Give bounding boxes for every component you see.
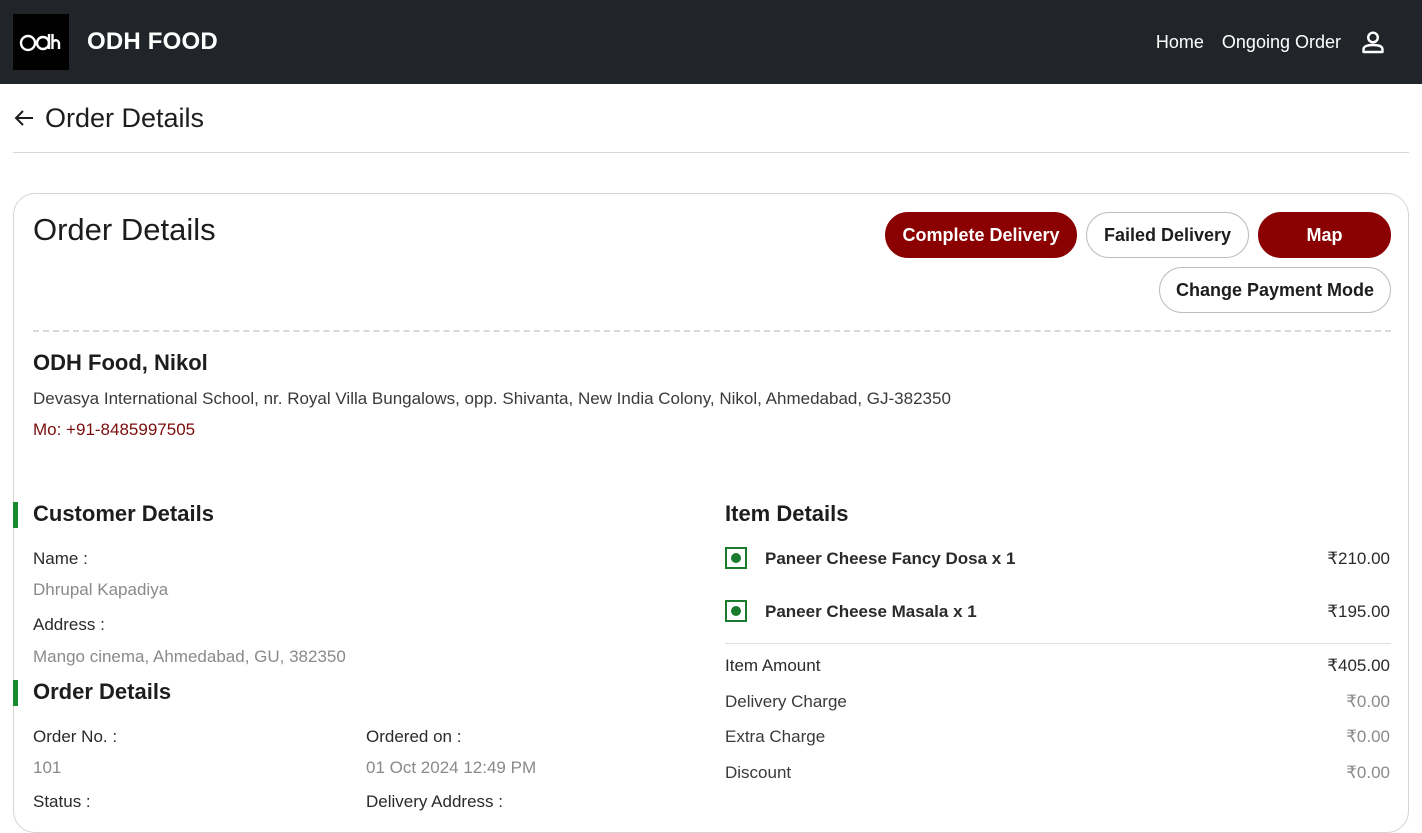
customer-name-label: Name : [33, 549, 88, 568]
section-accent-bar [13, 502, 18, 528]
customer-address-value: Mango cinema, Ahmedabad, GU, 382350 [33, 647, 346, 666]
failed-delivery-button[interactable]: Failed Delivery [1086, 212, 1249, 258]
complete-delivery-button[interactable]: Complete Delivery [885, 212, 1077, 258]
odh-logo-icon [19, 34, 61, 52]
item-name: Paneer Cheese Fancy Dosa x 1 [765, 549, 1016, 568]
items-divider [725, 643, 1391, 644]
page-header: Order Details [13, 84, 1409, 153]
user-account-icon[interactable] [1359, 28, 1387, 56]
extra-charge-label: Extra Charge [725, 727, 826, 746]
customer-address-label: Address : [33, 615, 105, 634]
restaurant-address: Devasya International School, nr. Royal … [33, 389, 951, 408]
page-title: Order Details [45, 102, 205, 133]
customer-details-title: Customer Details [33, 501, 214, 526]
restaurant-phone[interactable]: Mo: +91-8485997505 [33, 420, 195, 440]
item-amount-label: Item Amount [725, 656, 821, 675]
extra-charge-value: ₹0.00 [1346, 727, 1390, 746]
veg-indicator-icon [725, 600, 747, 622]
item-name: Paneer Cheese Masala x 1 [765, 602, 977, 621]
brand-name[interactable]: ODH FOOD [87, 28, 218, 56]
nav-ongoing-order-link[interactable]: Ongoing Order [1222, 32, 1341, 53]
delivery-charge-label: Delivery Charge [725, 692, 847, 711]
card-title: Order Details [33, 212, 216, 247]
item-price: ₹210.00 [1327, 549, 1390, 568]
item-amount-value: ₹405.00 [1327, 656, 1390, 675]
nav-home-link[interactable]: Home [1156, 32, 1204, 53]
discount-value: ₹0.00 [1346, 763, 1390, 782]
section-accent-bar [13, 680, 18, 706]
veg-indicator-icon [725, 547, 747, 569]
dashed-divider [33, 330, 1391, 332]
delivery-charge-value: ₹0.00 [1346, 692, 1390, 711]
restaurant-name: ODH Food, Nikol [33, 350, 208, 375]
status-label: Status : [33, 792, 91, 811]
order-number-label: Order No. : [33, 727, 118, 746]
nav-links: Home Ongoing Order [1156, 28, 1409, 56]
change-payment-mode-button[interactable]: Change Payment Mode [1159, 267, 1391, 313]
customer-name-value: Dhrupal Kapadiya [33, 580, 169, 599]
brand-logo[interactable] [13, 14, 69, 70]
item-details-title: Item Details [725, 501, 849, 526]
ordered-on-value: 01 Oct 2024 12:49 PM [366, 758, 537, 777]
top-navbar: ODH FOOD Home Ongoing Order [0, 0, 1422, 84]
order-details-card: Order Details Complete Delivery Failed D… [13, 193, 1409, 833]
delivery-address-label: Delivery Address : [366, 792, 503, 811]
order-details-section-title: Order Details [33, 679, 172, 704]
map-button[interactable]: Map [1258, 212, 1391, 258]
discount-label: Discount [725, 763, 792, 782]
item-price: ₹195.00 [1327, 602, 1390, 621]
ordered-on-label: Ordered on : [366, 727, 462, 746]
order-number-value: 101 [33, 758, 62, 777]
back-arrow-icon[interactable] [13, 107, 35, 129]
